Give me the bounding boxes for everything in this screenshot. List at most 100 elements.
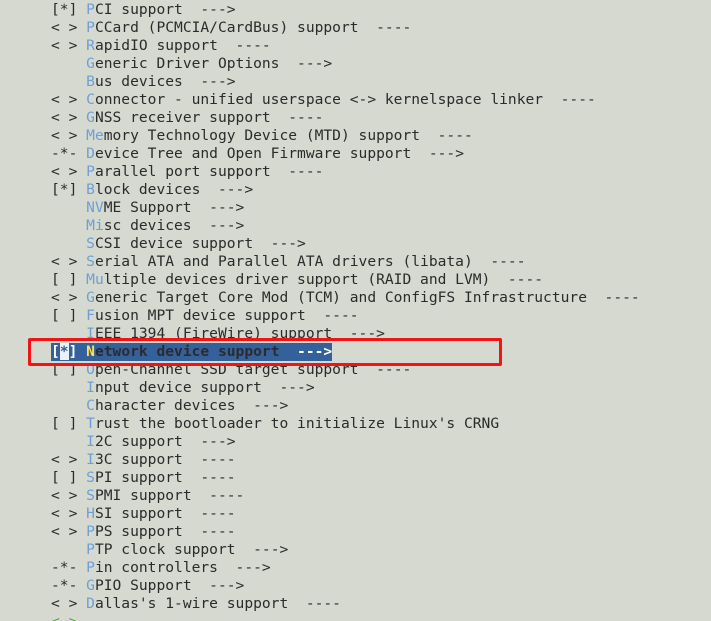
menu-item-text[interactable]: IEEE 1394 (FireWire) support ---> <box>51 325 385 343</box>
menu-item-submenu-arrow: ---> <box>182 73 236 90</box>
menu-item-row[interactable]: < > Memory Technology Device (MTD) suppo… <box>0 127 711 145</box>
menu-item-text[interactable]: [*] PCI support ---> <box>51 1 236 19</box>
menu-item-row[interactable]: [ ] Open-Channel SSD target support ---- <box>0 361 711 379</box>
menu-item-text[interactable]: Character devices ---> <box>51 397 288 415</box>
menu-item-marker <box>51 73 86 90</box>
menu-item-row[interactable]: Input device support ---> <box>0 379 711 397</box>
menu-item-text[interactable]: Input device support ---> <box>51 379 314 397</box>
menu-item-row[interactable]: IEEE 1394 (FireWire) support ---> <box>0 325 711 343</box>
menu-item-text[interactable]: NVME Support ---> <box>51 199 244 217</box>
menu-item-text[interactable]: < > PPS support ---- <box>51 523 236 541</box>
menu-item-marker: < > <box>51 127 87 144</box>
menu-item-row[interactable]: < > Parallel port support ---- <box>0 163 711 181</box>
menu-item-text[interactable]: [*] Block devices ---> <box>51 181 253 199</box>
menu-item-row[interactable]: < > Connector - unified userspace <-> ke… <box>0 91 711 109</box>
menu-item-row[interactable]: [ ] Trust the bootloader to initialize L… <box>0 415 711 433</box>
menu-item-text[interactable]: [*] Network device support ---> <box>51 343 333 361</box>
menu-item-partial-text[interactable]: < > <box>51 613 86 621</box>
menu-item-text[interactable]: < > I3C support ---- <box>51 451 236 469</box>
menu-item-row[interactable]: PTP clock support ---> <box>0 541 711 559</box>
menu-item-row[interactable]: [*] Block devices ---> <box>0 181 711 199</box>
menu-item-text[interactable]: Generic Driver Options ---> <box>51 55 332 73</box>
menu-item-label: nput device support <box>94 379 262 396</box>
menu-item-text[interactable]: I2C support ---> <box>51 433 235 451</box>
menu-item-row[interactable]: < > RapidIO support ---- <box>0 37 711 55</box>
menu-item-text[interactable]: < > PCCard (PCMCIA/CardBus) support ---- <box>51 19 411 37</box>
menu-item-row[interactable]: < > Dallas's 1-wire support ---- <box>0 595 711 613</box>
menu-item-label: onnector - unified userspace <-> kernels… <box>94 91 544 108</box>
menu-item-text[interactable]: < > Parallel port support ---- <box>51 163 323 181</box>
menu-item-row[interactable]: [ ] SPI support ---- <box>0 469 711 487</box>
menu-item-row[interactable]: SCSI device support ---> <box>0 235 711 253</box>
menu-item-row[interactable]: Misc devices ---> <box>0 217 711 235</box>
menu-item-row[interactable]: Character devices ---> <box>0 397 711 415</box>
menu-item-hotkey: I <box>86 433 95 450</box>
menu-item-label: usion MPT device support <box>94 307 306 324</box>
menu-item-text[interactable]: < > GNSS receiver support ---- <box>51 109 323 127</box>
menu-item-submenu-arrow: ---> <box>235 397 289 414</box>
menu-item-marker <box>51 397 86 414</box>
menu-item-hotkey: S <box>86 253 95 270</box>
menu-item-hotkey: P <box>86 541 95 558</box>
menu-item-text[interactable]: -*- Pin controllers ---> <box>51 559 271 577</box>
menu-item-text[interactable]: < > Memory Technology Device (MTD) suppo… <box>51 127 473 145</box>
menu-item-row[interactable]: < > Serial ATA and Parallel ATA drivers … <box>0 253 711 271</box>
menu-item-row[interactable]: -*- Pin controllers ---> <box>0 559 711 577</box>
menu-item-text[interactable]: [ ] SPI support ---- <box>51 469 236 487</box>
menu-item-submenu-arrow: ---> <box>191 199 245 216</box>
menu-item-text[interactable]: SCSI device support ---> <box>51 235 306 253</box>
menu-item-row[interactable]: < > I3C support ---- <box>0 451 711 469</box>
menu-item-row[interactable]: -*- GPIO Support ---> <box>0 577 711 595</box>
menu-item-submenu-arrow: ---> <box>235 541 289 558</box>
menu-item-text[interactable]: [ ] Trust the bootloader to initialize L… <box>51 415 499 433</box>
partial-bottom-row[interactable]: < > <box>0 613 711 621</box>
menu-item-row[interactable]: < > PPS support ---- <box>0 523 711 541</box>
menu-item-marker: < > <box>51 451 87 468</box>
menu-item-row[interactable]: NVME Support ---> <box>0 199 711 217</box>
menu-item-submenu-arrow: ---- <box>543 91 596 108</box>
menu-item-marker: < > <box>51 523 87 540</box>
menu-item-submenu-arrow: ---- <box>270 109 324 126</box>
menu-item-submenu-arrow: ---> <box>191 577 245 594</box>
menu-item-row[interactable]: < > GNSS receiver support ---- <box>0 109 711 127</box>
menu-item-row[interactable]: < > HSI support ---- <box>0 505 711 523</box>
menu-item-marker <box>51 217 86 234</box>
menu-item-marker <box>51 55 86 72</box>
menu-item-label: CI support <box>94 1 183 18</box>
menu-item-text[interactable]: < > Dallas's 1-wire support ---- <box>51 595 341 613</box>
menu-item-row[interactable]: < > SPMI support ---- <box>0 487 711 505</box>
menu-item-row[interactable]: Generic Driver Options ---> <box>0 55 711 73</box>
menu-item-marker: < > <box>51 253 87 270</box>
menu-item-text[interactable]: < > HSI support ---- <box>51 505 236 523</box>
menu-item-text[interactable]: PTP clock support ---> <box>51 541 288 559</box>
menu-item-text[interactable]: Misc devices ---> <box>51 217 244 235</box>
menu-item-partial-row[interactable]: < > <box>0 613 711 621</box>
menu-item-hotkey: S <box>86 469 95 486</box>
menu-item-row[interactable]: I2C support ---> <box>0 433 711 451</box>
menu-item-text[interactable]: [ ] Open-Channel SSD target support ---- <box>51 361 411 379</box>
menu-item-hotkey: D <box>86 145 95 162</box>
menu-item-text[interactable]: < > Connector - unified userspace <-> ke… <box>51 91 596 109</box>
menu-item-row[interactable]: Bus devices ---> <box>0 73 711 91</box>
menu-item-text[interactable]: < > Generic Target Core Mod (TCM) and Co… <box>51 289 640 307</box>
menu-item-text[interactable]: < > Serial ATA and Parallel ATA drivers … <box>51 253 525 271</box>
menu-item-label: NSS receiver support <box>94 109 271 126</box>
menu-item-text[interactable]: [ ] Fusion MPT device support ---- <box>51 307 359 325</box>
menu-item-hotkey: I <box>86 451 95 468</box>
menu-item-row[interactable]: [*] PCI support ---> <box>0 1 711 19</box>
menu-item-text[interactable]: < > RapidIO support ---- <box>51 37 271 55</box>
menu-item-text[interactable]: Bus devices ---> <box>51 73 236 91</box>
menu-item-row[interactable]: [*] Network device support ---> <box>0 343 711 361</box>
menu-item-text[interactable]: -*- GPIO Support ---> <box>51 577 244 595</box>
menu-item-text[interactable]: < > SPMI support ---- <box>51 487 244 505</box>
kernel-config-menu-list[interactable]: [*] PCI support ---> < > PCCard (PCMCIA/C… <box>0 1 711 613</box>
menu-item-row[interactable]: [ ] Fusion MPT device support ---- <box>0 307 711 325</box>
menu-item-text[interactable]: [ ] Multiple devices driver support (RAI… <box>51 271 543 289</box>
menu-item-label: PI support <box>94 469 183 486</box>
menu-item-hotkey: G <box>86 577 95 594</box>
menu-item-row[interactable]: < > PCCard (PCMCIA/CardBus) support ---- <box>0 19 711 37</box>
menu-item-text[interactable]: -*- Device Tree and Open Firmware suppor… <box>51 145 464 163</box>
menu-item-row[interactable]: < > Generic Target Core Mod (TCM) and Co… <box>0 289 711 307</box>
menu-item-row[interactable]: [ ] Multiple devices driver support (RAI… <box>0 271 711 289</box>
menu-item-row[interactable]: -*- Device Tree and Open Firmware suppor… <box>0 145 711 163</box>
